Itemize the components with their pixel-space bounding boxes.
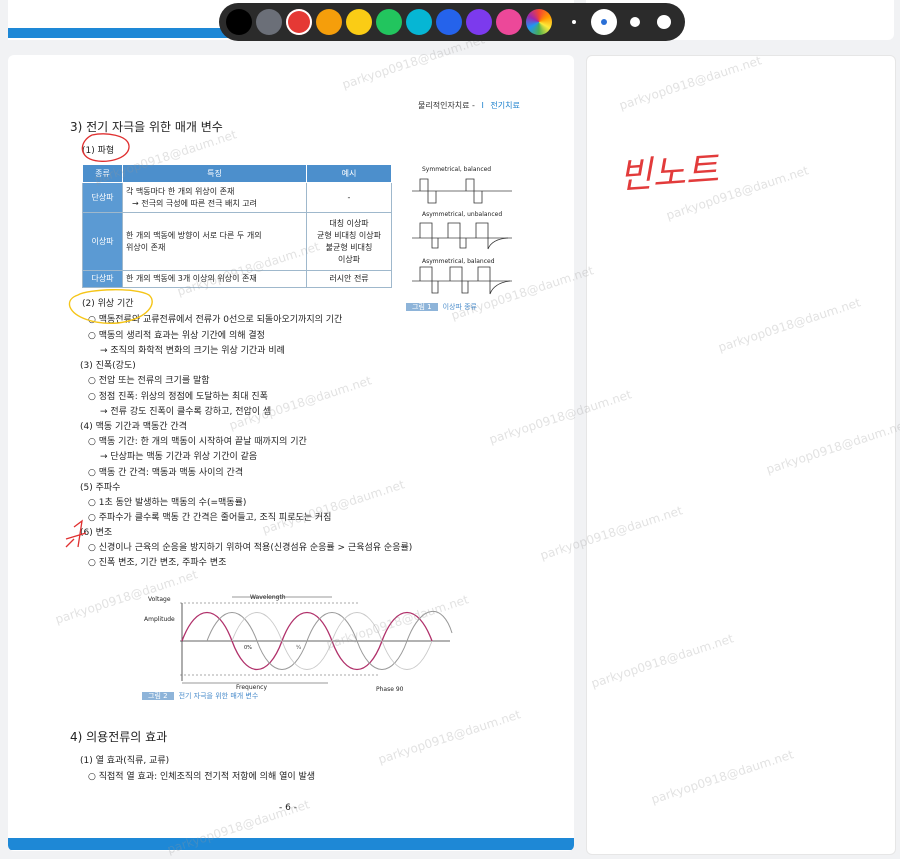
pen-size-large[interactable]	[657, 15, 671, 29]
red-star-annotation	[65, 519, 87, 548]
handwritten-note: 빈노트	[617, 149, 720, 198]
pen-size-medium[interactable]	[630, 17, 640, 27]
color-picker-icon[interactable]	[526, 9, 552, 35]
yellow-circle-annotation	[68, 289, 153, 324]
color-swatch-blue[interactable]	[436, 9, 462, 35]
color-swatch-pink[interactable]	[496, 9, 522, 35]
color-swatch-black[interactable]	[226, 9, 252, 35]
color-swatch-purple[interactable]	[466, 9, 492, 35]
page-footer-bar	[8, 838, 574, 850]
pen-size-small-selected[interactable]	[591, 9, 617, 35]
note-page[interactable]: 빈노트	[586, 55, 896, 855]
selected-size-dot	[601, 19, 607, 25]
color-swatch-cyan[interactable]	[406, 9, 432, 35]
pen-size-xs[interactable]	[572, 20, 576, 24]
red-circle-annotation	[81, 133, 130, 162]
color-swatch-gray[interactable]	[256, 9, 282, 35]
pen-toolbar	[219, 3, 685, 41]
color-swatch-green[interactable]	[376, 9, 402, 35]
color-swatch-red[interactable]	[286, 9, 312, 35]
color-swatch-yellow[interactable]	[346, 9, 372, 35]
color-swatch-orange[interactable]	[316, 9, 342, 35]
